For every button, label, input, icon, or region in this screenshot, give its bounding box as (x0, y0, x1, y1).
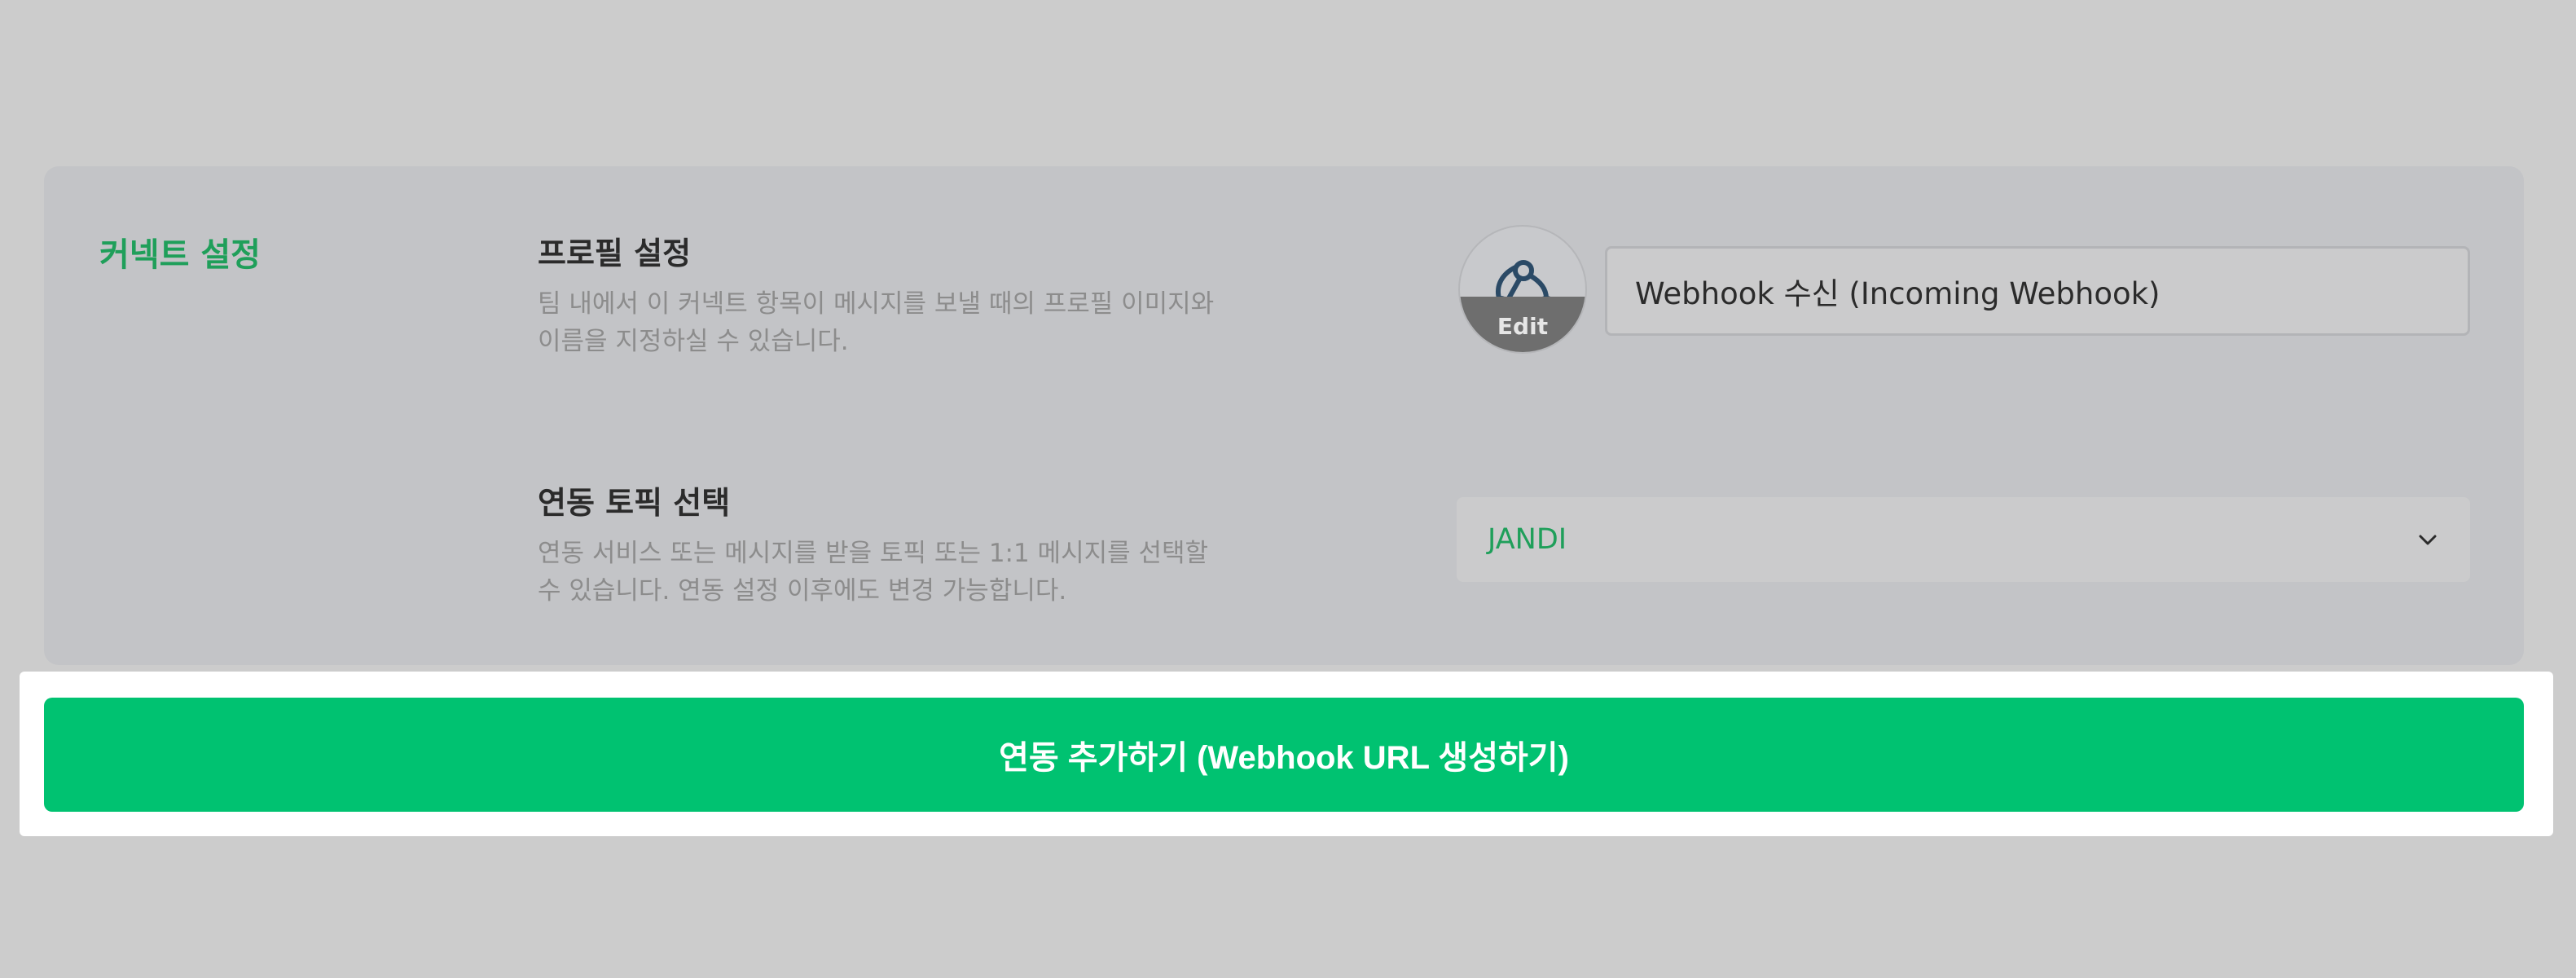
avatar-edit-label: Edit (1497, 312, 1549, 340)
topic-select-heading: 연동 토픽 선택 (538, 485, 731, 521)
profile-avatar[interactable]: Edit (1458, 225, 1587, 354)
profile-settings-description: 팀 내에서 이 커넥트 항목이 메시지를 보낼 때의 프로필 이미지와 이름을 … (538, 289, 1215, 356)
add-integration-label: 연동 추가하기 (Webhook URL 생성하기) (999, 740, 1569, 776)
section-title: 커넥트 설정 (99, 236, 261, 274)
add-integration-button[interactable]: 연동 추가하기 (Webhook URL 생성하기) (44, 698, 2524, 812)
topic-selected-value: JANDI (1488, 523, 1567, 556)
connect-settings-panel: 커넥트 설정 프로필 설정 팀 내에서 이 커넥트 항목이 메시지를 보낼 때의… (44, 166, 2524, 665)
chevron-down-icon (2419, 535, 2437, 545)
topic-select-description: 연동 서비스 또는 메시지를 받을 토픽 또는 1:1 메시지를 선택할 수 있… (538, 539, 1209, 606)
topic-select-dropdown[interactable]: JANDI (1457, 497, 2470, 582)
avatar-edit-overlay[interactable]: Edit (1460, 297, 1585, 352)
profile-name-input[interactable] (1605, 246, 2470, 336)
profile-settings-heading: 프로필 설정 (538, 236, 692, 271)
